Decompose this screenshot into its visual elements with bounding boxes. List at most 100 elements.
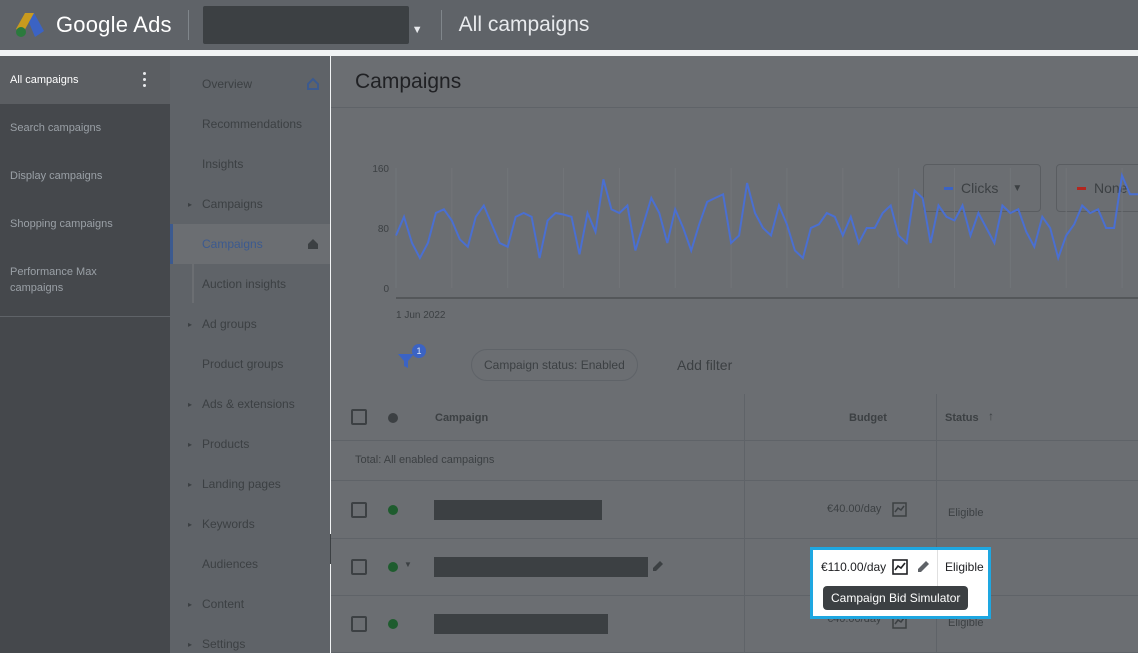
filter-count-badge: 1 — [412, 344, 426, 358]
campaign-name-redacted[interactable] — [434, 557, 648, 577]
subnav-label: Campaigns — [202, 197, 263, 211]
status-dropdown-icon[interactable]: ▼ — [404, 560, 412, 569]
budget-value: €40.00/day — [827, 503, 882, 515]
status-enabled-icon — [388, 505, 398, 515]
expand-arrow-icon: ▸ — [188, 199, 193, 209]
nav-item-label: Shopping campaigns — [10, 218, 113, 230]
filter-chip-campaign-status[interactable]: Campaign status: Enabled — [471, 349, 638, 381]
subnav-item-campaigns[interactable]: Campaigns — [170, 224, 330, 264]
logo-text: Google Ads — [56, 12, 172, 37]
google-ads-logo-icon — [16, 13, 44, 37]
nav-item-label: Display campaigns — [10, 170, 103, 182]
campaign-name-redacted[interactable] — [434, 500, 602, 520]
subnav-label: Landing pages — [202, 477, 281, 491]
main-content: Campaigns Clicks ▼ None 0 80 160 1 Jun 2022… — [331, 56, 1138, 653]
table-header: Campaign Budget Status ↑ — [331, 394, 1138, 441]
table-row[interactable]: €40.00/day Eligible — [331, 482, 1138, 539]
more-options-icon[interactable] — [143, 72, 146, 90]
column-header-budget[interactable]: Budget — [849, 412, 887, 424]
subnav-label: Ad groups — [202, 317, 257, 331]
top-bar: Google Ads ▼ All campaigns — [0, 0, 1138, 50]
y-tick-label: 160 — [372, 164, 389, 175]
nav-item-all-campaigns[interactable]: All campaigns — [0, 56, 170, 104]
total-label: Total: All enabled campaigns — [355, 454, 495, 466]
bid-simulator-icon[interactable] — [892, 502, 907, 517]
expand-arrow-icon: ▸ — [188, 519, 193, 529]
subnav-label: Product groups — [202, 357, 284, 371]
tooltip: Campaign Bid Simulator — [823, 586, 969, 610]
nav-item-shopping-campaigns[interactable]: Shopping campaigns — [0, 200, 170, 248]
google-ads-logo[interactable]: Google Ads — [14, 11, 172, 39]
subnav-item-settings[interactable]: ▸ Settings — [170, 624, 330, 653]
subnav-item-landing-pages[interactable]: ▸ Landing pages — [170, 464, 330, 504]
highlighted-budget-cell: €110.00/day Eligible Campaign Bid Simula… — [810, 547, 991, 619]
subnav-item-products[interactable]: ▸ Products — [170, 424, 330, 464]
nav-item-display-campaigns[interactable]: Display campaigns — [0, 152, 170, 200]
performance-chart: Clicks ▼ None 0801601 Jun 2022 + — [331, 108, 1138, 410]
status-enabled-icon — [388, 619, 398, 629]
total-row: Total: All enabled campaigns — [331, 441, 1138, 481]
subnav-item-ads-extensions[interactable]: ▸ Ads & extensions — [170, 384, 330, 424]
nav-item-search-campaigns[interactable]: Search campaigns — [0, 104, 170, 152]
page-title: Campaigns — [331, 56, 1138, 108]
subnav-item-insights[interactable]: Insights — [170, 144, 330, 184]
campaign-name-redacted[interactable] — [434, 614, 608, 634]
table-row[interactable]: €40.00/day Eligible — [331, 596, 1138, 653]
subnav-item-recommendations[interactable]: Recommendations — [170, 104, 330, 144]
subnav-item-overview[interactable]: Overview — [170, 64, 330, 104]
nav-item-performance-max-campaigns[interactable]: Performance Max campaigns — [0, 248, 170, 312]
budget-value: €110.00/day — [821, 560, 887, 574]
sort-ascending-icon[interactable]: ↑ — [988, 409, 994, 423]
expand-arrow-icon: ▸ — [188, 319, 193, 329]
expand-arrow-icon: ▸ — [188, 599, 193, 609]
subnav-item-campaigns-group[interactable]: ▸ Campaigns — [170, 184, 330, 224]
metric-selector-secondary[interactable]: None — [1056, 164, 1138, 212]
bid-simulator-icon[interactable] — [892, 559, 908, 575]
expand-arrow-icon: ▸ — [188, 639, 193, 649]
series-color-swatch — [1077, 186, 1086, 190]
expand-arrow-icon: ▸ — [188, 399, 193, 409]
subnav-label: Keywords — [202, 517, 255, 531]
account-dropdown-icon[interactable]: ▼ — [412, 24, 423, 36]
divider — [187, 10, 189, 40]
subnav-item-audiences[interactable]: Audiences — [170, 544, 330, 584]
account-selector[interactable] — [202, 6, 409, 44]
column-divider — [937, 550, 938, 587]
subnav-label: Campaigns — [202, 237, 263, 251]
edit-pencil-icon[interactable] — [916, 559, 931, 574]
row-checkbox[interactable] — [351, 502, 367, 518]
subnav-item-keywords[interactable]: ▸ Keywords — [170, 504, 330, 544]
y-tick-label: 0 — [383, 284, 389, 295]
row-checkbox[interactable] — [351, 616, 367, 632]
table-row[interactable]: ▼ — [331, 539, 1138, 596]
column-header-campaign[interactable]: Campaign — [435, 412, 488, 424]
select-all-checkbox[interactable] — [351, 409, 367, 425]
subnav-label: Insights — [202, 157, 244, 171]
subnav-item-content[interactable]: ▸ Content — [170, 584, 330, 624]
column-header-status[interactable]: Status — [945, 412, 979, 424]
subnav-label: Settings — [202, 637, 246, 651]
subnav-item-auction-insights[interactable]: Auction insights — [170, 264, 330, 304]
add-filter-button[interactable]: Add filter — [677, 357, 732, 373]
series-color-swatch — [944, 186, 953, 190]
subnav-label: Products — [202, 437, 250, 451]
home-icon — [307, 77, 319, 90]
subnav-label: Content — [202, 597, 245, 611]
metric-label: None — [1094, 180, 1128, 196]
line-chart: 0 80 160 1 Jun 2022 — [372, 164, 1138, 321]
subnav-item-ad-groups[interactable]: ▸ Ad groups — [170, 304, 330, 344]
divider — [0, 316, 170, 317]
dropdown-caret-icon: ▼ — [1012, 182, 1023, 194]
subnav-label: Audiences — [202, 557, 259, 571]
metric-selector-primary[interactable]: Clicks ▼ — [923, 164, 1041, 212]
divider — [440, 10, 442, 40]
campaigns-table: Campaign Budget Status ↑ Total: All enab… — [331, 394, 1138, 653]
x-tick-label: 1 Jun 2022 — [396, 310, 446, 321]
y-tick-label: 80 — [378, 224, 390, 235]
expand-arrow-icon: ▸ — [188, 479, 193, 489]
edit-pencil-icon[interactable] — [651, 559, 665, 573]
subnav-item-product-groups[interactable]: Product groups — [170, 344, 330, 384]
status-value: Eligible — [945, 560, 984, 574]
row-checkbox[interactable] — [351, 559, 367, 575]
nav-item-label: Performance Max campaigns — [10, 266, 97, 294]
